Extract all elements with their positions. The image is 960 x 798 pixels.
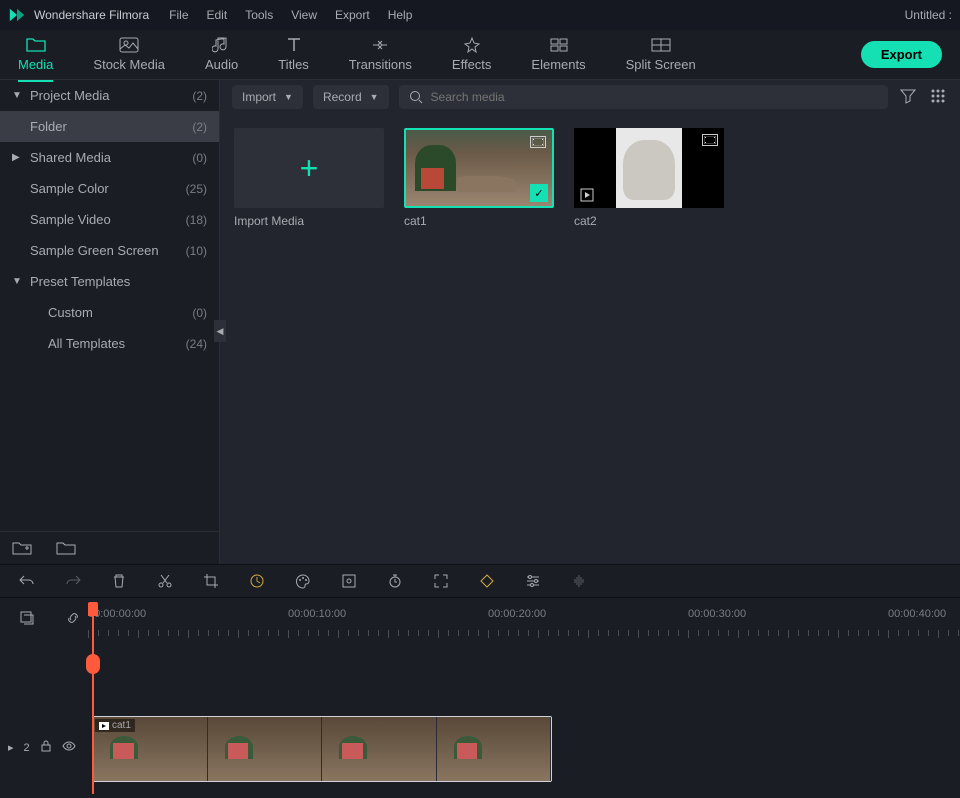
chevron-right-icon[interactable]: ▶ [12, 152, 26, 163]
titles-icon [284, 37, 304, 53]
project-name: Untitled : [905, 8, 952, 22]
menu-file[interactable]: File [169, 8, 188, 22]
audio-wave-icon[interactable] [570, 572, 588, 590]
marker-icon [580, 188, 594, 202]
menu-help[interactable]: Help [388, 8, 413, 22]
media-tree: ▼ Project Media (2) Folder (2) ▶ Shared … [0, 80, 219, 531]
title-bar: Wondershare Filmora File Edit Tools View… [0, 0, 960, 30]
check-icon: ✓ [530, 184, 548, 202]
timeline-ruler[interactable]: 00:00:00:00 00:00:10:00 00:00:20:00 00:0… [88, 608, 960, 638]
chevron-down-icon[interactable]: ▼ [12, 90, 26, 101]
crop-icon[interactable] [202, 572, 220, 590]
chevron-down-icon: ▼ [370, 92, 379, 102]
redo-icon[interactable] [64, 572, 82, 590]
undo-icon[interactable] [18, 572, 36, 590]
chevron-down-icon[interactable]: ▼ [12, 276, 26, 287]
search-input[interactable] [431, 90, 878, 104]
filter-icon[interactable] [898, 88, 918, 107]
green-screen-icon[interactable] [340, 572, 358, 590]
media-card-cat1[interactable]: ✓ cat1 [404, 128, 554, 228]
search-media[interactable] [399, 85, 888, 109]
stock-icon [119, 37, 139, 53]
delete-icon[interactable] [110, 572, 128, 590]
app-title: Wondershare Filmora [34, 8, 149, 22]
video-type-icon [702, 134, 718, 146]
video-type-icon [530, 136, 546, 148]
media-topbar: Import ▼ Record ▼ [220, 80, 960, 114]
chevron-down-icon: ▼ [284, 92, 293, 102]
split-icon [651, 37, 671, 53]
import-dropdown[interactable]: Import ▼ [232, 85, 303, 109]
edit-toolbar [0, 564, 960, 598]
tree-sample-video[interactable]: Sample Video (18) [0, 204, 219, 235]
plus-icon: + [300, 150, 319, 187]
menu-edit[interactable]: Edit [207, 8, 228, 22]
speed-icon[interactable] [248, 572, 266, 590]
tree-custom[interactable]: Custom (0) [0, 297, 219, 328]
lock-icon[interactable] [40, 740, 52, 755]
tree-shared-media[interactable]: ▶ Shared Media (0) [0, 142, 219, 173]
main-menu: File Edit Tools View Export Help [169, 8, 412, 22]
folder-icon [26, 37, 46, 53]
clip-label: cat1 [95, 719, 135, 732]
media-card-cat2[interactable]: cat2 [574, 128, 724, 228]
collapse-sidebar-handle[interactable]: ◀ [214, 320, 226, 342]
main-toolbar: Media Stock Media Audio Titles Transitio… [0, 30, 960, 80]
folder-icon[interactable] [56, 540, 76, 556]
effects-icon [462, 37, 482, 53]
clip-frame [322, 717, 437, 781]
tree-preset-templates[interactable]: ▼ Preset Templates [0, 266, 219, 297]
track-area[interactable]: ▸ 2 cat1 [0, 638, 960, 798]
elements-icon [549, 37, 569, 53]
app-logo-icon [8, 6, 26, 24]
track-controls: ▸ 2 [8, 740, 76, 755]
tree-sample-green[interactable]: Sample Green Screen (10) [0, 235, 219, 266]
project-sidebar: ▼ Project Media (2) Folder (2) ▶ Shared … [0, 80, 220, 564]
new-folder-icon[interactable] [12, 540, 32, 556]
playhead[interactable] [92, 604, 94, 794]
timeline-layers-icon[interactable] [18, 609, 36, 627]
playhead-knob-icon[interactable] [86, 654, 100, 674]
tree-folder[interactable]: Folder (2) [0, 111, 219, 142]
media-panel: ◀ Import ▼ Record ▼ + Import Media [220, 80, 960, 564]
track-video-icon[interactable]: ▸ [8, 741, 14, 754]
cut-icon[interactable] [156, 572, 174, 590]
play-icon [99, 722, 109, 730]
tab-media[interactable]: Media [18, 37, 53, 72]
tab-effects[interactable]: Effects [452, 37, 492, 72]
eye-icon[interactable] [62, 741, 76, 754]
duration-icon[interactable] [386, 572, 404, 590]
search-icon [409, 90, 423, 104]
clip-frame [208, 717, 323, 781]
menu-view[interactable]: View [291, 8, 317, 22]
menu-tools[interactable]: Tools [245, 8, 273, 22]
adjust-icon[interactable] [524, 572, 542, 590]
record-dropdown[interactable]: Record ▼ [313, 85, 389, 109]
tab-transitions[interactable]: Transitions [349, 37, 412, 72]
timeline-clip-cat1[interactable]: cat1 [92, 716, 552, 782]
audio-icon [212, 37, 232, 53]
media-grid: + Import Media ✓ cat1 cat2 [220, 114, 960, 242]
timeline: 00:00:00:00 00:00:10:00 00:00:20:00 00:0… [0, 598, 960, 794]
tab-elements[interactable]: Elements [531, 37, 585, 72]
tab-audio[interactable]: Audio [205, 37, 238, 72]
menu-export[interactable]: Export [335, 8, 370, 22]
color-icon[interactable] [294, 572, 312, 590]
tree-project-media[interactable]: ▼ Project Media (2) [0, 80, 219, 111]
media-card-import[interactable]: + Import Media [234, 128, 384, 228]
tab-titles[interactable]: Titles [278, 37, 309, 72]
export-button[interactable]: Export [861, 41, 942, 68]
grid-view-icon[interactable] [928, 88, 948, 107]
transitions-icon [370, 37, 390, 53]
sidebar-footer [0, 531, 219, 564]
link-icon[interactable] [64, 609, 82, 627]
tab-split-screen[interactable]: Split Screen [626, 37, 696, 72]
fit-icon[interactable] [432, 572, 450, 590]
tree-all-templates[interactable]: All Templates (24) [0, 328, 219, 359]
keyframe-icon[interactable] [478, 572, 496, 590]
clip-frame [437, 717, 552, 781]
tree-sample-color[interactable]: Sample Color (25) [0, 173, 219, 204]
tab-stock-media[interactable]: Stock Media [93, 37, 165, 72]
